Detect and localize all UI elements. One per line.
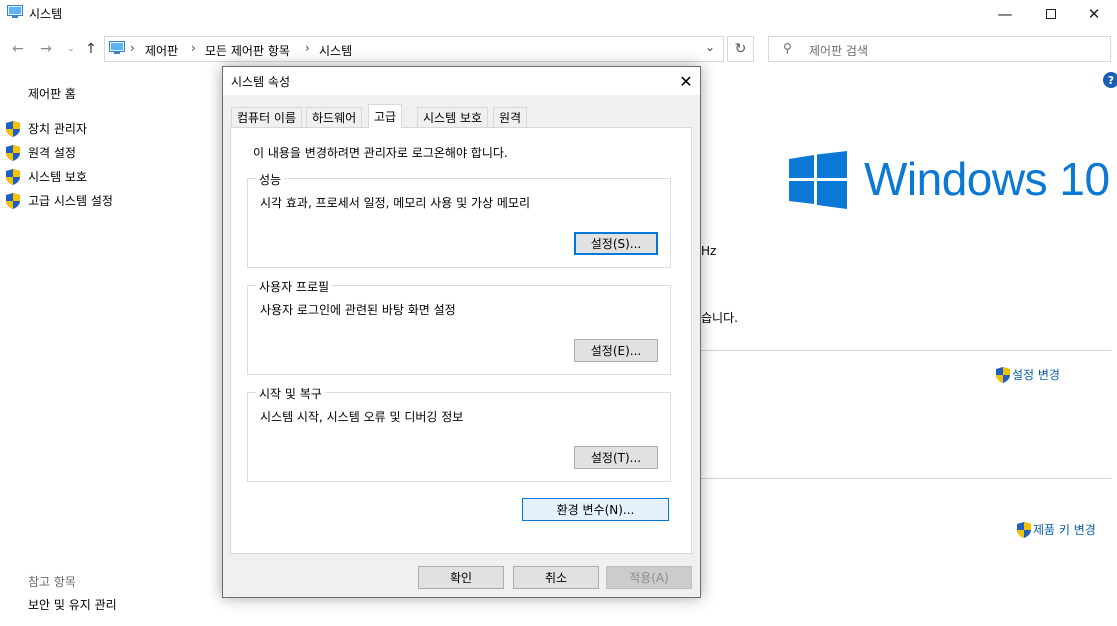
performance-settings-button[interactable]: 설정(S)... [574,232,658,255]
up-button[interactable]: ↑ [82,40,100,58]
dialog-title: 시스템 속성 [231,75,291,89]
shield-icon [6,192,20,209]
back-button[interactable]: ← [9,40,27,58]
advanced-tab-panel: 이 내용을 변경하려면 관리자로 로그온해야 합니다. 성능 시각 효과, 프로… [230,127,692,554]
user-profiles-settings-button[interactable]: 설정(E)... [574,339,658,362]
performance-description: 시각 효과, 프로세서 일정, 메모리 사용 및 가상 메모리 [260,196,530,210]
ok-button[interactable]: 확인 [418,566,504,589]
sidebar-item-label: 시스템 보호 [28,170,88,184]
sidebar-item-label: 고급 시스템 설정 [28,194,113,208]
shield-icon [996,366,1010,383]
cancel-button[interactable]: 취소 [513,566,599,589]
refresh-button[interactable]: ↻ [727,36,754,62]
shield-icon [6,144,20,161]
maximize-icon [1046,9,1056,19]
sidebar-item-remote-settings[interactable]: 원격 설정 [6,144,76,161]
dialog-titlebar[interactable]: 시스템 속성 ✕ [223,67,700,95]
back-arrow-icon: ← [12,41,24,57]
up-arrow-icon: ↑ [85,41,97,57]
startup-recovery-title: 시작 및 복구 [256,385,325,402]
user-profiles-title: 사용자 프로필 [256,278,333,295]
chevron-down-icon: ⌄ [67,44,75,54]
shield-icon [1017,521,1031,538]
see-also-heading: 참고 항목 [28,575,76,589]
breadcrumb-separator: › [305,41,310,55]
shield-icon [6,168,20,185]
close-button[interactable]: ✕ [1071,0,1117,28]
pen-touch-fragment: 습니다. [701,311,738,325]
system-window-icon [7,5,23,18]
performance-group: 성능 시각 효과, 프로세서 일정, 메모리 사용 및 가상 메모리 설정(S)… [247,171,671,268]
search-input[interactable]: ⚲ 제어판 검색 [768,36,1111,62]
minimize-button[interactable]: — [982,0,1028,28]
sidebar-item-device-manager[interactable]: 장치 관리자 [6,120,87,137]
sidebar-item-label: 원격 설정 [28,146,76,160]
startup-recovery-group: 시작 및 복구 시스템 시작, 시스템 오류 및 디버깅 정보 설정(T)... [247,385,671,482]
admin-notice: 이 내용을 변경하려면 관리자로 로그온해야 합니다. [253,146,508,160]
tab-hardware[interactable]: 하드웨어 [306,107,363,127]
forward-button[interactable]: → [37,40,55,58]
breadcrumb-control-panel[interactable]: 제어판 [145,42,178,59]
address-dropdown-icon[interactable]: ⌄ [705,40,715,54]
control-panel-home-link[interactable]: 제어판 홈 [28,85,76,102]
section-divider [701,478,1111,479]
tab-computer-name[interactable]: 컴퓨터 이름 [231,107,303,127]
recent-locations-button[interactable]: ⌄ [62,40,80,58]
shield-icon [6,120,20,137]
startup-recovery-description: 시스템 시작, 시스템 오류 및 디버깅 정보 [260,410,464,424]
window-title: 시스템 [29,7,63,21]
user-profiles-description: 사용자 로그인에 관련된 바탕 화면 설정 [260,303,456,317]
change-product-key-link[interactable]: 제품 키 변경 [1017,521,1096,538]
search-placeholder: 제어판 검색 [809,44,869,58]
windows-brand-text: Windows 10 [864,153,1110,205]
forward-arrow-icon: → [40,41,52,57]
minimize-icon: — [997,5,1013,23]
system-properties-dialog: 시스템 속성 ✕ 컴퓨터 이름 하드웨어 고급 시스템 보호 원격 이 내용을 … [222,66,701,598]
breadcrumb-all-items[interactable]: 모든 제어판 항목 [205,42,290,59]
performance-title: 성능 [256,171,285,188]
change-settings-link[interactable]: 설정 변경 [996,366,1060,383]
sidebar-item-label: 장치 관리자 [28,122,88,136]
refresh-icon: ↻ [734,41,747,57]
search-icon: ⚲ [783,41,792,55]
tab-advanced[interactable]: 고급 [368,104,403,128]
dialog-close-button[interactable]: ✕ [673,69,699,93]
environment-variables-button[interactable]: 환경 변수(N)... [522,498,669,521]
sidebar-item-advanced-settings[interactable]: 고급 시스템 설정 [6,192,113,209]
processor-speed-fragment: Hz [701,244,717,258]
close-icon: ✕ [679,71,693,91]
change-settings-label: 설정 변경 [1012,368,1060,382]
user-profiles-group: 사용자 프로필 사용자 로그인에 관련된 바탕 화면 설정 설정(E)... [247,278,671,375]
close-icon: ✕ [1087,5,1101,23]
section-divider [701,350,1111,351]
address-bar[interactable]: › 제어판 › 모든 제어판 항목 › 시스템 ⌄ [104,36,724,62]
tab-system-protection[interactable]: 시스템 보호 [417,107,489,127]
change-product-key-label: 제품 키 변경 [1033,523,1096,537]
tab-remote[interactable]: 원격 [493,107,528,127]
computer-icon [109,41,125,54]
breadcrumb-separator: › [191,41,196,55]
breadcrumb-system[interactable]: 시스템 [319,42,352,59]
sidebar-item-system-protection[interactable]: 시스템 보호 [6,168,87,185]
startup-recovery-settings-button[interactable]: 설정(T)... [574,446,658,469]
maximize-button[interactable] [1028,0,1074,28]
help-icon[interactable]: ? [1103,72,1117,88]
see-also-security-maintenance[interactable]: 보안 및 유지 관리 [28,596,117,613]
breadcrumb-separator: › [130,41,135,55]
apply-button[interactable]: 적용(A) [606,566,692,589]
windows-logo-icon [789,151,847,209]
